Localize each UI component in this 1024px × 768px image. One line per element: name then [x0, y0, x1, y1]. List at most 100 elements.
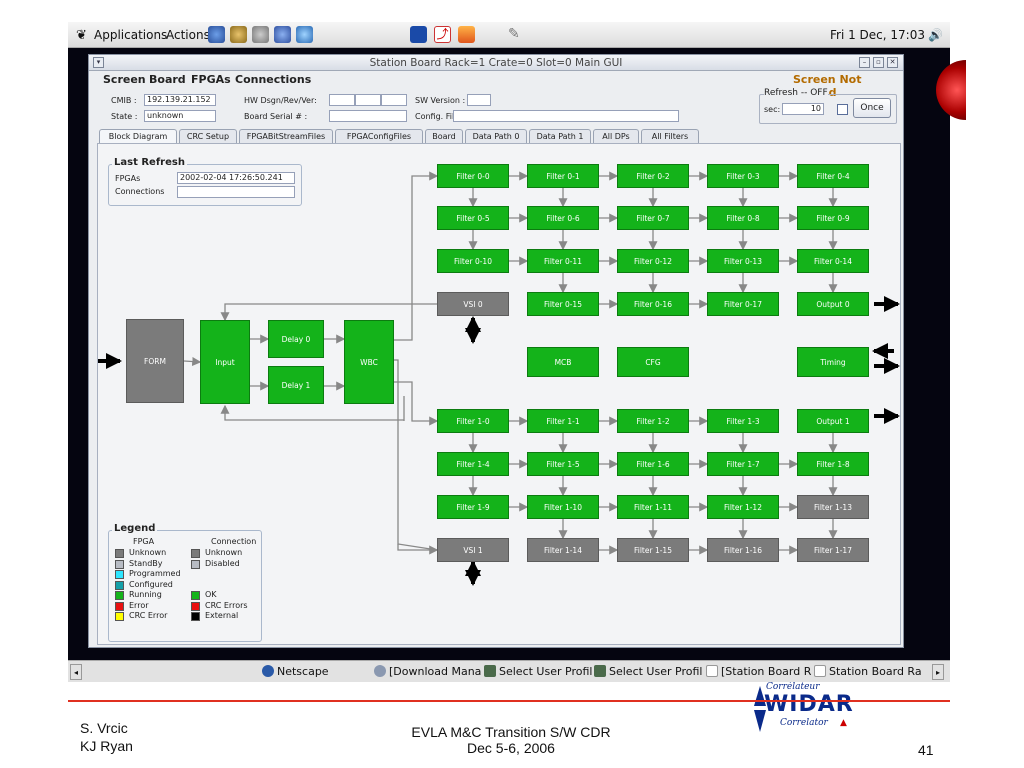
clock[interactable]: Fri 1 Dec, 17:03 [830, 28, 925, 42]
filter-1-10-block[interactable]: Filter 1-10 [527, 495, 599, 519]
hw-design-field[interactable] [329, 94, 355, 106]
filter-1-6-block[interactable]: Filter 1-6 [617, 452, 689, 476]
tab-crc-setup[interactable]: CRC Setup [179, 129, 237, 143]
close-icon[interactable]: ✕ [887, 57, 898, 68]
filter-0-13-block[interactable]: Filter 0-13 [707, 249, 779, 273]
filter-1-2-block[interactable]: Filter 1-2 [617, 409, 689, 433]
hw-ver-field[interactable] [381, 94, 407, 106]
menu-connections[interactable]: Connections [235, 73, 311, 86]
legend-label: Unknown [129, 548, 167, 557]
output-1-block[interactable]: Output 1 [797, 409, 869, 433]
sec-input[interactable]: 10 [782, 103, 824, 115]
delay-1-block[interactable]: Delay 1 [268, 366, 324, 404]
volume-icon[interactable]: 🔊 [928, 28, 943, 42]
editor-launcher-icon[interactable] [252, 26, 269, 43]
filter-1-1-block[interactable]: Filter 1-1 [527, 409, 599, 433]
timing-block[interactable]: Timing [797, 347, 869, 377]
tab-all-filters[interactable]: All Filters [641, 129, 699, 143]
cfg-block[interactable]: CFG [617, 347, 689, 377]
cmib-field[interactable]: 192.139.21.152 [144, 94, 216, 106]
vsi-1-block[interactable]: VSI 1 [437, 538, 509, 562]
tab-data-path-0[interactable]: Data Path 0 [465, 129, 527, 143]
filter-0-3-block[interactable]: Filter 0-3 [707, 164, 779, 188]
menu-fpgas[interactable]: FPGAs [191, 73, 231, 86]
filter-0-10-block[interactable]: Filter 0-10 [437, 249, 509, 273]
minimize-icon[interactable]: – [859, 57, 870, 68]
hw-rev-field[interactable] [355, 94, 381, 106]
filter-0-2-block[interactable]: Filter 0-2 [617, 164, 689, 188]
once-button[interactable]: Once [853, 98, 891, 118]
tab-fpga-config-files[interactable]: FPGAConfigFiles [335, 129, 423, 143]
filter-0-15-block[interactable]: Filter 0-15 [527, 292, 599, 316]
task-select-user-profile-2[interactable]: Select User Profil [594, 664, 704, 680]
filter-1-12-block[interactable]: Filter 1-12 [707, 495, 779, 519]
state-field[interactable]: unknown [144, 110, 216, 122]
filter-1-15-block[interactable]: Filter 1-15 [617, 538, 689, 562]
filter-0-11-block[interactable]: Filter 0-11 [527, 249, 599, 273]
filter-1-4-block[interactable]: Filter 1-4 [437, 452, 509, 476]
filter-1-0-block[interactable]: Filter 1-0 [437, 409, 509, 433]
filter-0-6-block[interactable]: Filter 0-6 [527, 206, 599, 230]
menu-screen[interactable]: Screen [103, 73, 146, 86]
filter-0-16-block[interactable]: Filter 0-16 [617, 292, 689, 316]
filter-0-17-block[interactable]: Filter 0-17 [707, 292, 779, 316]
window-menu-icon[interactable]: ▾ [93, 57, 104, 68]
pdf-launcher-icon[interactable]: ⤴ [434, 26, 451, 43]
tab-fpga-bitstream-files[interactable]: FPGABitStreamFiles [239, 129, 333, 143]
task-select-user-profile-1[interactable]: Select User Profil [484, 664, 594, 680]
maximize-icon[interactable]: ▫ [873, 57, 884, 68]
taskbar-scroll-right-icon[interactable]: ▸ [932, 664, 944, 680]
terminal-launcher-icon[interactable] [410, 26, 427, 43]
gnome-foot-icon[interactable]: ❦ [76, 28, 87, 43]
actions-menu[interactable]: Actions [166, 28, 210, 42]
mcb-block[interactable]: MCB [527, 347, 599, 377]
form-block[interactable]: FORM [126, 319, 184, 403]
filter-1-16-block[interactable]: Filter 1-16 [707, 538, 779, 562]
filter-0-7-block[interactable]: Filter 0-7 [617, 206, 689, 230]
auto-refresh-checkbox[interactable] [837, 104, 848, 115]
filter-0-14-block[interactable]: Filter 0-14 [797, 249, 869, 273]
tab-data-path-1[interactable]: Data Path 1 [529, 129, 591, 143]
filter-0-1-block[interactable]: Filter 0-1 [527, 164, 599, 188]
filter-1-13-block[interactable]: Filter 1-13 [797, 495, 869, 519]
filter-1-17-block[interactable]: Filter 1-17 [797, 538, 869, 562]
wbc-block[interactable]: WBC [344, 320, 394, 404]
taskbar-scroll-left-icon[interactable]: ◂ [70, 664, 82, 680]
java-launcher-icon[interactable] [458, 26, 475, 43]
filter-0-8-block[interactable]: Filter 0-8 [707, 206, 779, 230]
mail-launcher-icon[interactable] [230, 26, 247, 43]
gimp-launcher-icon[interactable]: ✎ [508, 26, 525, 43]
menu-board[interactable]: Board [149, 73, 186, 86]
filter-1-9-block[interactable]: Filter 1-9 [437, 495, 509, 519]
filter-0-5-block[interactable]: Filter 0-5 [437, 206, 509, 230]
config-file-field[interactable] [453, 110, 679, 122]
board-serial-field[interactable] [329, 110, 407, 122]
sw-version-field[interactable] [467, 94, 491, 106]
screen-launcher-icon[interactable] [296, 26, 313, 43]
output-0-block[interactable]: Output 0 [797, 292, 869, 316]
filter-1-8-block[interactable]: Filter 1-8 [797, 452, 869, 476]
filter-0-12-block[interactable]: Filter 0-12 [617, 249, 689, 273]
task-station-board-2[interactable]: Station Board Ra [814, 664, 926, 680]
task-download-manager[interactable]: [Download Manag [374, 664, 482, 680]
applications-menu[interactable]: Applications [94, 28, 167, 42]
filter-1-14-block[interactable]: Filter 1-14 [527, 538, 599, 562]
delay-0-block[interactable]: Delay 0 [268, 320, 324, 358]
filter-0-4-block[interactable]: Filter 0-4 [797, 164, 869, 188]
office-launcher-icon[interactable] [274, 26, 291, 43]
tab-board[interactable]: Board [425, 129, 463, 143]
filter-1-7-block[interactable]: Filter 1-7 [707, 452, 779, 476]
filter-1-11-block[interactable]: Filter 1-11 [617, 495, 689, 519]
filter-1-3-block[interactable]: Filter 1-3 [707, 409, 779, 433]
task-station-board-1[interactable]: [Station Board R [706, 664, 814, 680]
window-title-bar[interactable]: ▾ Station Board Rack=1 Crate=0 Slot=0 Ma… [89, 55, 903, 71]
vsi-0-block[interactable]: VSI 0 [437, 292, 509, 316]
filter-1-5-block[interactable]: Filter 1-5 [527, 452, 599, 476]
filter-0-9-block[interactable]: Filter 0-9 [797, 206, 869, 230]
browser-launcher-icon[interactable] [208, 26, 225, 43]
task-netscape[interactable]: Netscape [262, 664, 368, 680]
tab-all-dps[interactable]: All DPs [593, 129, 639, 143]
filter-0-0-block[interactable]: Filter 0-0 [437, 164, 509, 188]
input-block[interactable]: Input [200, 320, 250, 404]
tab-block-diagram[interactable]: Block Diagram [99, 129, 177, 144]
